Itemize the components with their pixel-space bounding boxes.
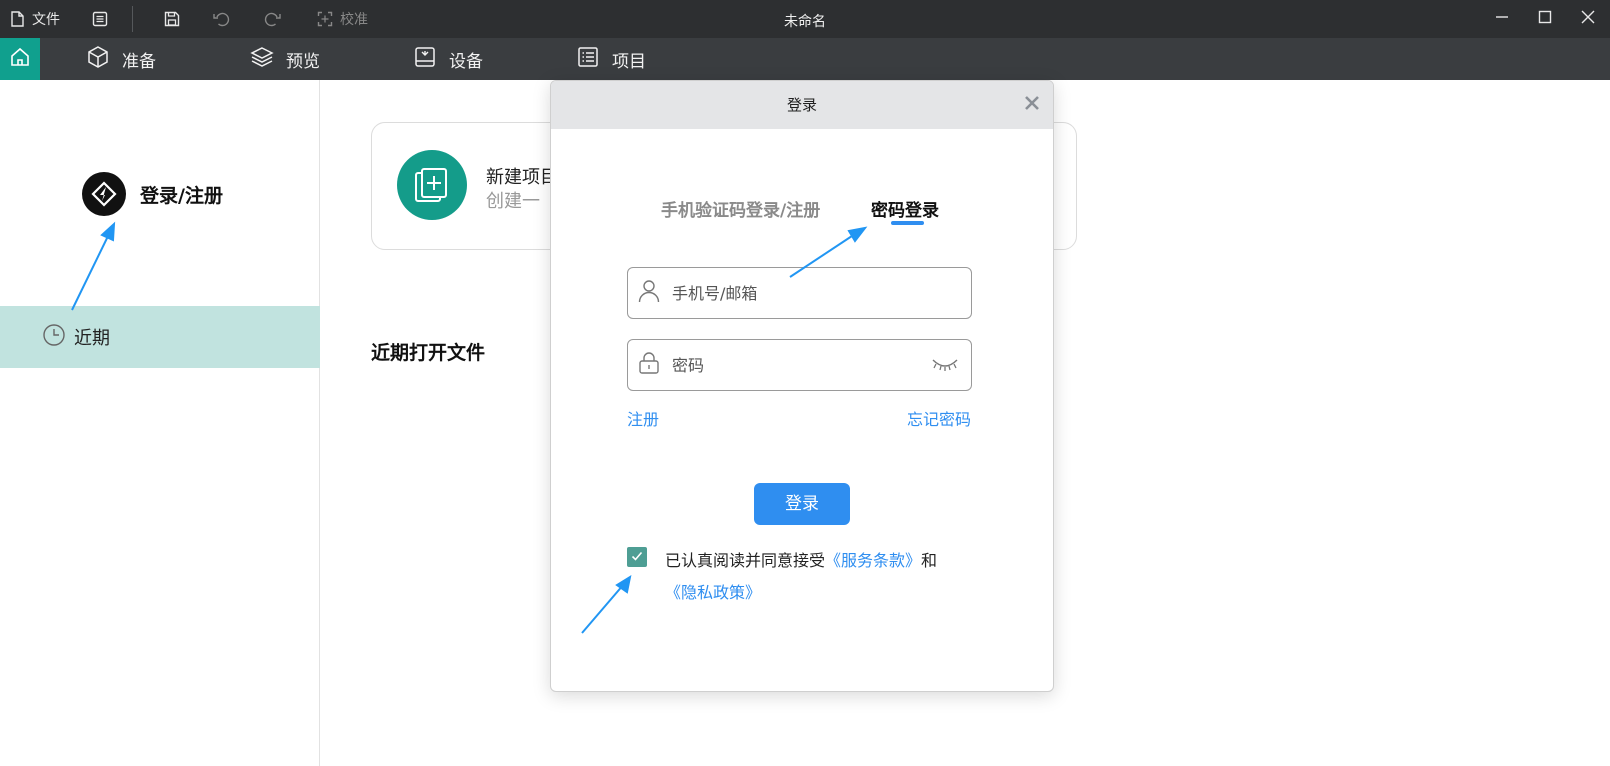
document-list-button[interactable]	[91, 0, 109, 38]
privacy-link[interactable]: 《隐私政策》	[665, 583, 761, 602]
terms-link[interactable]: 《服务条款》	[825, 551, 921, 570]
active-tab-indicator	[891, 221, 924, 225]
clock-icon	[42, 323, 66, 352]
sidebar: 登录/注册 近期	[0, 80, 320, 766]
nav-tab-label: 准备	[122, 51, 156, 72]
undo-icon	[212, 10, 232, 28]
save-icon	[163, 10, 181, 28]
window-title: 未命名	[784, 14, 826, 30]
file-menu-label: 文件	[32, 12, 60, 28]
password-field[interactable]	[627, 339, 972, 391]
new-project-subtitle: 创建一	[486, 191, 540, 212]
forgot-password-link[interactable]: 忘记密码	[907, 406, 971, 430]
calibrate-icon	[316, 10, 334, 28]
calibrate-button[interactable]: 校准	[316, 0, 368, 38]
phone-email-field[interactable]	[627, 267, 972, 319]
cube-icon	[86, 45, 110, 74]
minimize-button[interactable]	[1482, 0, 1522, 38]
login-dialog: 登录 手机验证码登录/注册 密码登录 注册 忘记密码 登录 已认真阅读并同意接受…	[550, 80, 1054, 692]
agreement-text: 已认真阅读并同意接受《服务条款》和《隐私政策》	[665, 545, 975, 609]
home-button[interactable]	[0, 38, 40, 80]
list-icon	[576, 45, 600, 74]
tab-sms-login[interactable]: 手机验证码登录/注册	[661, 196, 820, 221]
device-icon	[413, 45, 437, 74]
redo-icon	[262, 10, 282, 28]
title-bar: 文件 校准 未命名	[0, 0, 1610, 38]
new-project-title: 新建项目	[486, 167, 558, 188]
recent-files-heading: 近期打开文件	[371, 342, 486, 364]
tab-password-login[interactable]: 密码登录	[871, 196, 939, 221]
maximize-icon	[1538, 10, 1552, 28]
toolbar-divider	[132, 6, 133, 32]
agree-checkbox[interactable]	[627, 547, 647, 567]
nav-tab-label: 预览	[286, 51, 320, 72]
check-icon	[630, 548, 644, 567]
sidebar-item-label: 近期	[74, 328, 110, 349]
lock-icon	[638, 351, 660, 379]
password-input[interactable]	[672, 355, 912, 375]
document-list-icon	[91, 10, 109, 28]
minimize-icon	[1495, 10, 1509, 28]
agreement-prefix: 已认真阅读并同意接受	[665, 551, 826, 570]
file-icon	[8, 10, 26, 28]
nav-tab-prepare[interactable]: 准备	[86, 38, 156, 80]
redo-button[interactable]	[262, 0, 282, 38]
brand-logo-icon	[82, 172, 126, 216]
nav-tab-preview[interactable]: 预览	[250, 38, 320, 80]
nav-tab-label: 设备	[449, 51, 483, 72]
close-window-button[interactable]	[1568, 0, 1608, 38]
close-icon	[1024, 95, 1040, 115]
sidebar-login-entry[interactable]: 登录/注册	[82, 172, 223, 216]
layers-icon	[250, 45, 274, 74]
maximize-button[interactable]	[1525, 0, 1565, 38]
save-button[interactable]	[163, 0, 181, 38]
dialog-title: 登录	[786, 96, 817, 114]
nav-tab-device[interactable]: 设备	[413, 38, 483, 80]
calibrate-label: 校准	[340, 12, 368, 28]
file-menu[interactable]: 文件	[8, 0, 60, 38]
agreement-and: 和	[921, 551, 938, 570]
main-nav-bar: 准备 预览 设备 项目	[0, 38, 1610, 80]
sidebar-login-label: 登录/注册	[140, 184, 223, 207]
user-icon	[638, 279, 660, 307]
new-project-icon	[397, 150, 467, 220]
dialog-close-button[interactable]	[1021, 94, 1043, 116]
close-icon	[1581, 10, 1595, 28]
login-button[interactable]: 登录	[754, 483, 850, 525]
register-link[interactable]: 注册	[627, 406, 659, 430]
nav-tab-project[interactable]: 项目	[576, 38, 646, 80]
dialog-header: 登录	[551, 81, 1053, 129]
sidebar-item-recent[interactable]: 近期	[0, 306, 320, 368]
eye-closed-icon[interactable]	[931, 354, 959, 380]
undo-button[interactable]	[212, 0, 232, 38]
nav-tab-label: 项目	[612, 51, 646, 72]
home-icon	[9, 46, 31, 72]
phone-email-input[interactable]	[672, 283, 912, 303]
